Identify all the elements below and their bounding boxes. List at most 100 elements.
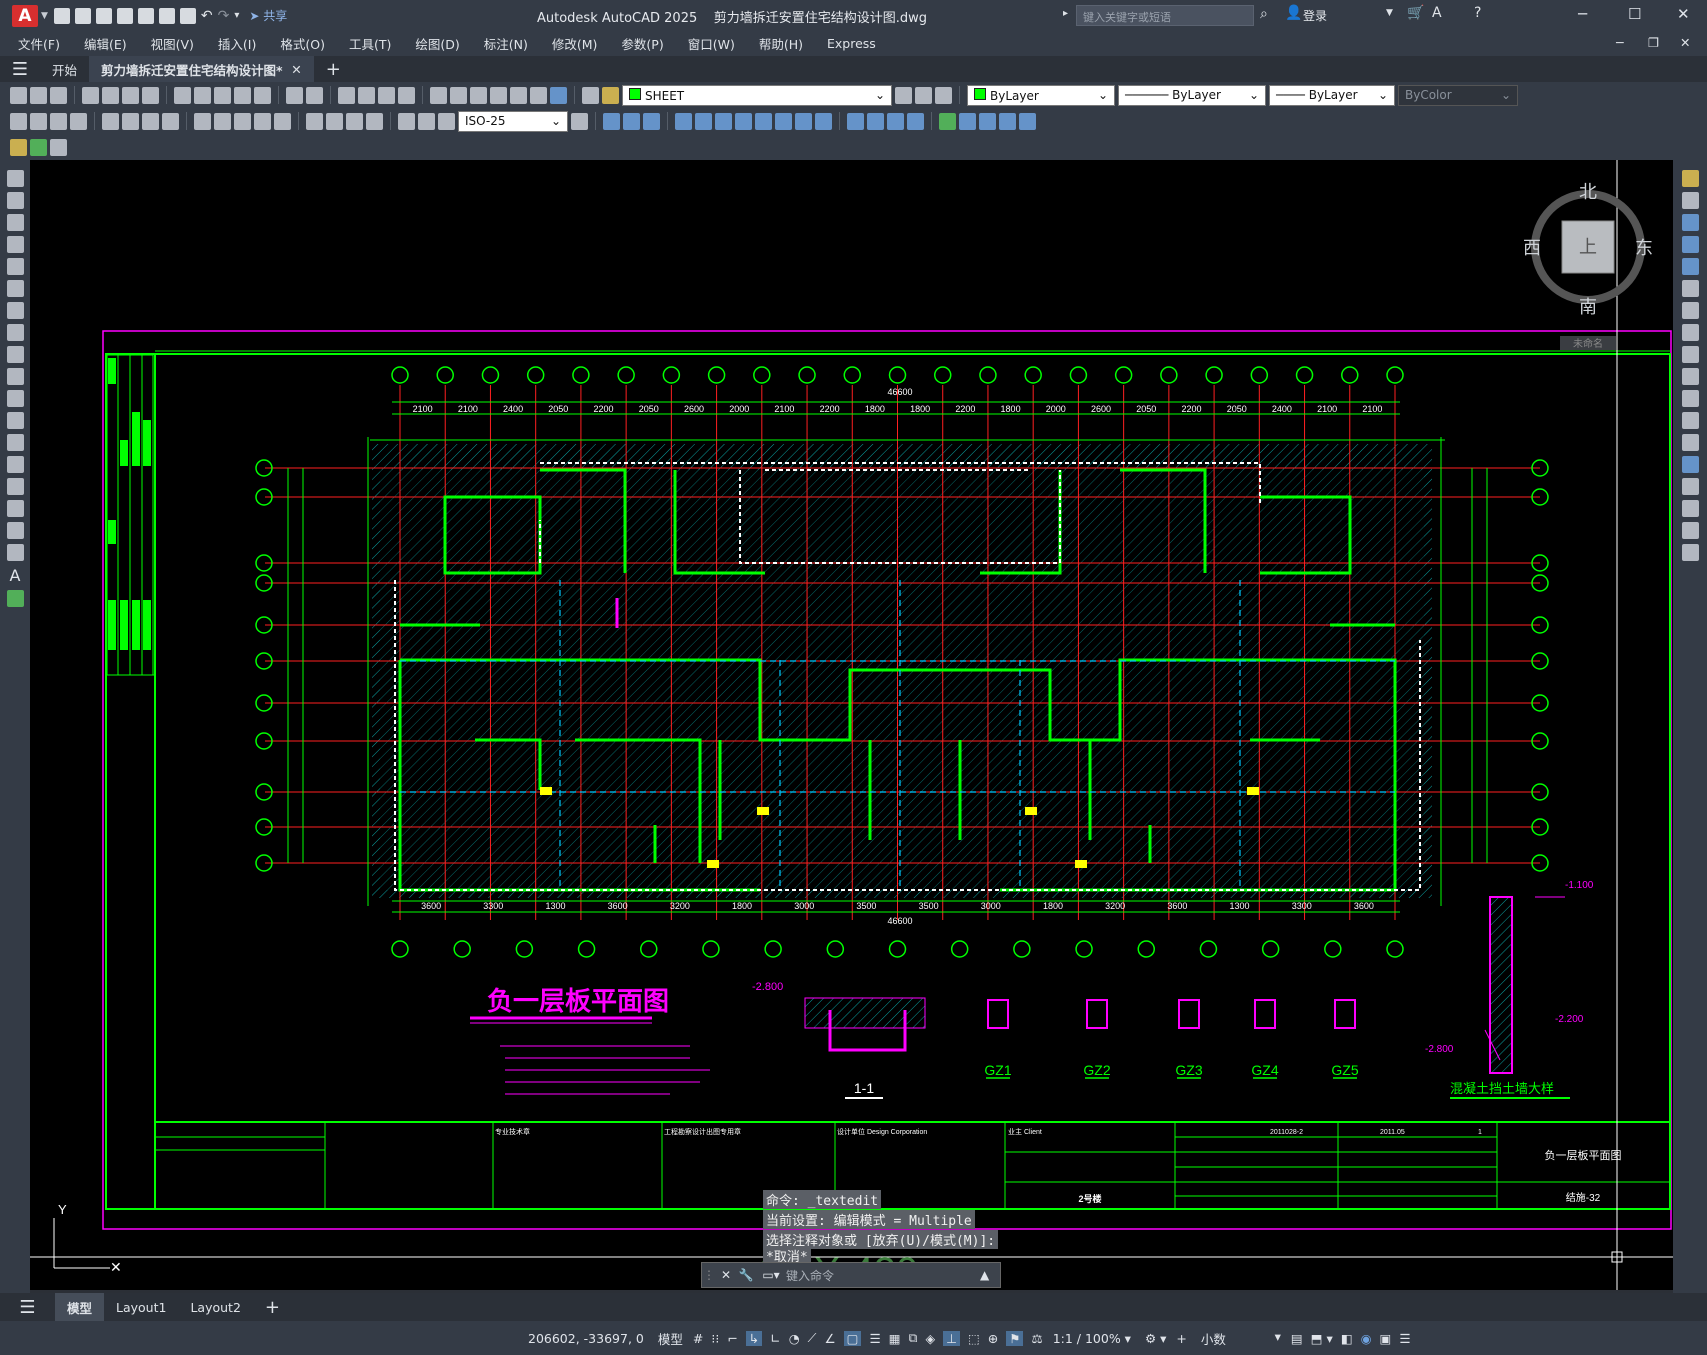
center-mark-icon[interactable]: [326, 112, 343, 130]
block-editor-icon[interactable]: [254, 86, 271, 104]
chevron-up-icon[interactable]: ▲: [980, 1268, 1000, 1282]
osnap-icon[interactable]: ▢: [843, 1330, 862, 1346]
rotate-3d-icon[interactable]: [959, 112, 976, 130]
box-icon[interactable]: [603, 112, 620, 130]
auto-scale-icon[interactable]: ⚖: [1031, 1331, 1042, 1346]
viewcube[interactable]: 上 北 南 东 西 未命名: [1523, 182, 1653, 350]
coordinates-readout[interactable]: 206602, -33697, 0: [528, 1331, 644, 1346]
trim-icon[interactable]: [1681, 368, 1699, 385]
make-block-icon[interactable]: [6, 434, 24, 451]
aligned-dim-icon[interactable]: [30, 112, 47, 130]
viewcube-east[interactable]: 东: [1635, 238, 1653, 258]
sheet-icon[interactable]: [30, 138, 47, 156]
break-icon[interactable]: [274, 112, 291, 130]
color-dropdown[interactable]: ByLayer ⌄: [967, 84, 1115, 106]
tab-layout1[interactable]: Layout1: [104, 1293, 178, 1321]
redo-icon[interactable]: ↷: [218, 8, 230, 24]
copy-icon[interactable]: [194, 86, 211, 104]
inspect-icon[interactable]: [346, 112, 363, 130]
save-web-icon[interactable]: [158, 7, 175, 24]
sweep-icon[interactable]: [715, 112, 732, 130]
menu-icon[interactable]: ☰: [0, 59, 40, 80]
offset-icon[interactable]: [1681, 236, 1699, 253]
union-icon[interactable]: [775, 112, 792, 130]
imprint-icon[interactable]: [907, 112, 924, 130]
help-icon[interactable]: ?: [1474, 5, 1481, 21]
doc-restore-button[interactable]: ❐: [1648, 35, 1659, 50]
units-dropdown[interactable]: 小数 ▾: [1201, 1329, 1281, 1348]
menu-window[interactable]: 窗口(W): [688, 34, 735, 53]
point-icon[interactable]: [6, 456, 24, 473]
scale-icon[interactable]: [1681, 324, 1699, 341]
grip-icon[interactable]: ⋮: [702, 1268, 716, 1282]
intersect-icon[interactable]: [815, 112, 832, 130]
properties-icon[interactable]: [430, 86, 447, 104]
mirror-3d-icon[interactable]: [999, 112, 1016, 130]
angular-icon[interactable]: [162, 112, 179, 130]
tab-model[interactable]: 模型: [55, 1293, 105, 1321]
command-prompt-icon[interactable]: ▭▾: [756, 1268, 786, 1282]
copy-object-icon[interactable]: [1681, 192, 1699, 209]
paste-icon[interactable]: [214, 86, 231, 104]
rectangle-icon[interactable]: [6, 258, 24, 275]
arc-icon[interactable]: [6, 280, 24, 297]
menu-dimension[interactable]: 标注(N): [484, 34, 528, 53]
customize-icon[interactable]: 🔧: [736, 1268, 756, 1282]
save-icon[interactable]: [50, 86, 67, 104]
align-3d-icon[interactable]: [979, 112, 996, 130]
break-icon[interactable]: [1681, 434, 1699, 451]
lineweight-dropdown[interactable]: ──── ByLayer ⌄: [1269, 84, 1395, 106]
quick-properties-icon[interactable]: ▤: [1291, 1331, 1303, 1346]
linetype-dropdown[interactable]: ────── ByLayer ⌄: [1118, 84, 1266, 106]
calculator-icon[interactable]: [530, 86, 547, 104]
move-icon[interactable]: [1681, 280, 1699, 297]
selection-cycling-icon[interactable]: ⧉: [909, 1330, 918, 1346]
add-selected-icon[interactable]: [6, 590, 24, 607]
match-prop-icon[interactable]: [234, 86, 251, 104]
autodesk-icon[interactable]: A: [1432, 5, 1442, 21]
move-3d-icon[interactable]: [939, 112, 956, 130]
linear-dim-icon[interactable]: [10, 112, 27, 130]
doc-close-button[interactable]: ✕: [1680, 35, 1690, 50]
settings-icon[interactable]: ⚙ ▾: [1145, 1331, 1166, 1346]
arc-length-icon[interactable]: [50, 112, 67, 130]
dim-update-icon[interactable]: [438, 112, 455, 130]
fillet-icon[interactable]: [1681, 500, 1699, 517]
dynamic-ucs-icon[interactable]: ⊥: [943, 1330, 960, 1346]
close-icon[interactable]: ✕: [716, 1268, 736, 1282]
cut-icon[interactable]: [174, 86, 191, 104]
new-tab-button[interactable]: +: [314, 56, 353, 82]
tool-palettes-icon[interactable]: [470, 86, 487, 104]
shell-icon[interactable]: [847, 112, 864, 130]
array-icon[interactable]: [1681, 258, 1699, 275]
model-space-button[interactable]: 模型: [658, 1329, 683, 1348]
make-current-icon[interactable]: [895, 86, 912, 104]
baseline-icon[interactable]: [214, 112, 231, 130]
minimize-button[interactable]: ─: [1578, 5, 1587, 23]
radius-icon[interactable]: [102, 112, 119, 130]
share-button[interactable]: ➤ 共享: [249, 7, 287, 24]
customize-icon[interactable]: ▾: [234, 10, 239, 21]
hardware-accel-icon[interactable]: ◉: [1361, 1331, 1372, 1346]
layer-properties-icon[interactable]: [582, 86, 599, 104]
lineweight-icon[interactable]: ☰: [869, 1331, 880, 1346]
subtract-icon[interactable]: [795, 112, 812, 130]
annotation-visibility-icon[interactable]: ⚑: [1006, 1330, 1024, 1346]
chevron-down-icon[interactable]: ▼: [41, 11, 48, 21]
menu-view[interactable]: 视图(V): [151, 34, 194, 53]
save-as-icon[interactable]: [116, 7, 133, 24]
new-icon[interactable]: [53, 7, 70, 24]
infer-icon[interactable]: ⌐: [727, 1331, 737, 1346]
menu-parametric[interactable]: 参数(P): [621, 34, 663, 53]
close-icon[interactable]: ✕: [291, 62, 301, 77]
polygon-icon[interactable]: [6, 236, 24, 253]
add-icon[interactable]: +: [1176, 1331, 1186, 1346]
zoom-realtime-icon[interactable]: [358, 86, 375, 104]
sheet-set-icon[interactable]: [490, 86, 507, 104]
menu-insert[interactable]: 插入(I): [218, 34, 256, 53]
stretch-icon[interactable]: [1681, 346, 1699, 363]
search-input[interactable]: 键入关键字或短语: [1076, 5, 1254, 26]
grid-icon[interactable]: #: [693, 1331, 703, 1346]
maximize-button[interactable]: ☐: [1628, 5, 1641, 23]
ellipse-arc-icon[interactable]: [6, 390, 24, 407]
